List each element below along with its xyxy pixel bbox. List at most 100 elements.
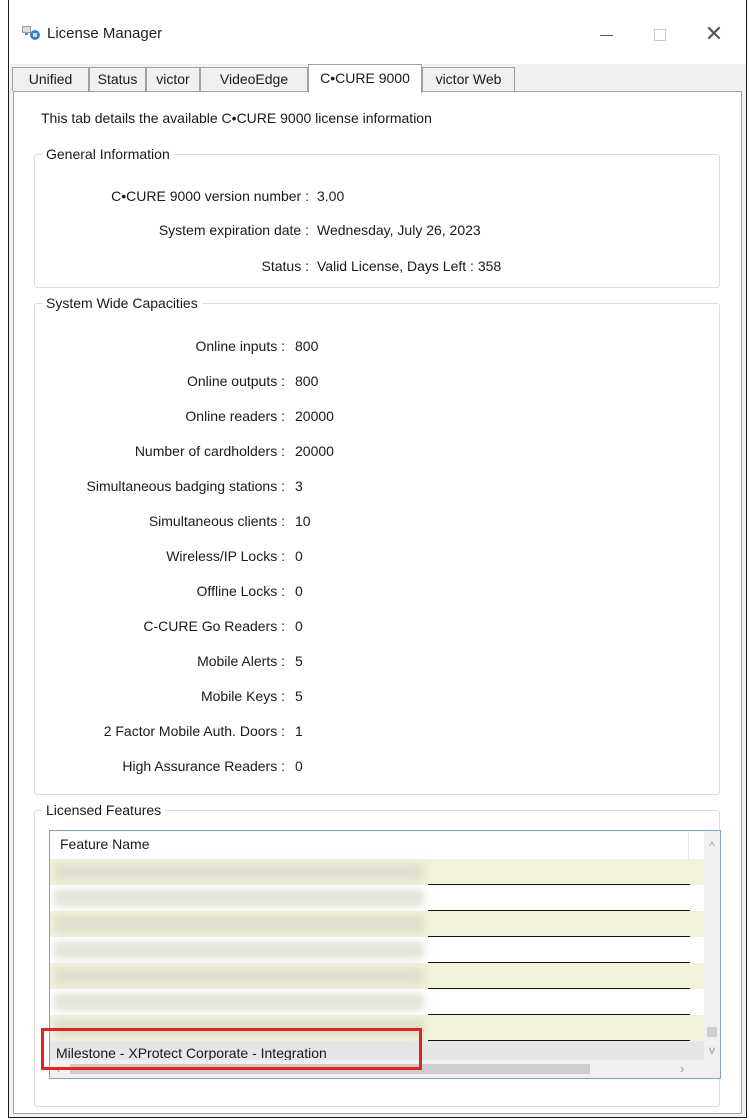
system-wide-capacities-group: System Wide Capacities Online inputs : 80…	[34, 295, 720, 795]
redacted-text	[54, 889, 424, 907]
scroll-down-icon[interactable]: v	[704, 1043, 720, 1057]
capacity-value: 5	[295, 688, 303, 704]
capacity-label: High Assurance Readers :	[122, 758, 285, 774]
capacity-label: 2 Factor Mobile Auth. Doors :	[103, 723, 285, 739]
capacity-value: 0	[295, 618, 303, 634]
version-label: C•CURE 9000 version number :	[111, 188, 309, 204]
window-title: License Manager	[47, 25, 163, 42]
capacity-label: Mobile Keys :	[200, 688, 285, 704]
maximize-icon	[654, 29, 666, 42]
capacity-value: 800	[295, 373, 319, 389]
redacted-text	[54, 915, 424, 933]
capacity-label: Mobile Alerts :	[197, 653, 285, 669]
license-manager-window: License Manager ✕ Unified Status victor …	[8, 0, 747, 1118]
tab-videoedge[interactable]: VideoEdge	[200, 67, 308, 91]
tab-unified[interactable]: Unified	[12, 67, 89, 91]
capacity-row: Mobile Alerts : 5	[35, 653, 719, 675]
capacity-row: Simultaneous clients : 10	[35, 513, 719, 535]
feature-row-cell	[428, 963, 690, 989]
capacity-value: 20000	[295, 408, 334, 424]
expiration-label: System expiration date :	[158, 222, 309, 238]
info-row-version: C•CURE 9000 version number : 3.00	[35, 188, 719, 210]
scroll-up-icon[interactable]: ^	[704, 839, 720, 853]
redacted-text	[54, 993, 424, 1011]
expiration-value: Wednesday, July 26, 2023	[317, 222, 481, 238]
capacity-label: Simultaneous badging stations :	[86, 478, 285, 494]
close-button[interactable]: ✕	[694, 20, 734, 48]
feature-row-cell	[428, 885, 690, 911]
feature-row-redacted[interactable]	[50, 885, 704, 911]
capacity-value: 800	[295, 338, 319, 354]
capacity-row: Online inputs : 800	[35, 338, 719, 360]
vertical-scroll-thumb[interactable]	[707, 1027, 717, 1037]
title-bar: License Manager ✕	[9, 0, 746, 64]
capacity-label: C-CURE Go Readers :	[143, 618, 285, 634]
info-row-status: Status : Valid License, Days Left : 358	[35, 258, 719, 280]
capacity-row: Online readers : 20000	[35, 408, 719, 430]
capacity-row: Online outputs : 800	[35, 373, 719, 395]
capacity-value: 0	[295, 758, 303, 774]
licensed-features-legend: Licensed Features	[46, 802, 162, 818]
feature-row-redacted[interactable]	[50, 859, 704, 885]
general-information-group: General Information C•CURE 9000 version …	[34, 146, 720, 288]
capacity-label: Number of cardholders :	[134, 443, 285, 459]
capacity-value: 3	[295, 478, 303, 494]
capacity-row: Mobile Keys : 5	[35, 688, 719, 710]
feature-row-redacted[interactable]	[50, 937, 704, 963]
capacity-value: 0	[295, 548, 303, 564]
capacity-label: Offline Locks :	[196, 583, 285, 599]
general-information-legend: General Information	[46, 146, 170, 162]
feature-name-column-header[interactable]: Feature Name	[50, 831, 704, 860]
close-icon: ✕	[704, 21, 724, 46]
feature-row-redacted[interactable]	[50, 911, 704, 937]
capacities-legend: System Wide Capacities	[46, 295, 198, 311]
minimize-button[interactable]	[586, 20, 626, 48]
app-icon	[22, 26, 40, 40]
feature-row-redacted[interactable]	[50, 989, 704, 1015]
capacity-value: 10	[295, 513, 311, 529]
redacted-text	[54, 941, 424, 959]
annotation-highlight-box	[41, 1028, 422, 1070]
feature-row-cell	[428, 937, 690, 963]
capacity-value: 1	[295, 723, 303, 739]
capacity-label: Wireless/IP Locks :	[166, 548, 285, 564]
feature-row-cell	[428, 1015, 690, 1041]
feature-row-cell	[428, 911, 690, 937]
tab-victor-web[interactable]: victor Web	[422, 67, 515, 91]
capacity-row: High Assurance Readers : 0	[35, 758, 719, 780]
capacity-row: Number of cardholders : 20000	[35, 443, 719, 465]
tab-ccure-9000[interactable]: C•CURE 9000	[308, 64, 422, 93]
scrollbar-corner	[704, 1060, 720, 1078]
status-value: Valid License, Days Left : 358	[317, 258, 502, 274]
tab-victor[interactable]: victor	[146, 67, 200, 91]
maximize-button[interactable]	[640, 20, 680, 48]
feature-row-redacted[interactable]	[50, 963, 704, 989]
scroll-right-icon[interactable]: ›	[680, 1061, 684, 1076]
minimize-icon	[599, 34, 613, 36]
capacity-row: Simultaneous badging stations : 3	[35, 478, 719, 500]
info-row-expiration: System expiration date : Wednesday, July…	[35, 222, 719, 244]
column-divider[interactable]	[688, 831, 689, 859]
vertical-scrollbar[interactable]: ^ v	[704, 831, 720, 1061]
status-label: Status :	[261, 258, 309, 274]
feature-row-cell	[428, 989, 690, 1015]
capacity-value: 5	[295, 653, 303, 669]
tab-strip: Unified Status victor VideoEdge C•CURE 9…	[9, 64, 746, 93]
tab-status[interactable]: Status	[89, 67, 146, 91]
redacted-text	[54, 967, 424, 985]
capacity-label: Online outputs :	[186, 373, 285, 389]
tab-content-ccure: This tab details the available C•CURE 90…	[13, 91, 742, 1114]
feature-name-header-label: Feature Name	[60, 836, 150, 852]
capacity-row: Wireless/IP Locks : 0	[35, 548, 719, 570]
capacity-label: Online readers :	[185, 408, 285, 424]
capacity-row: 2 Factor Mobile Auth. Doors : 1	[35, 723, 719, 745]
capacity-row: C-CURE Go Readers : 0	[35, 618, 719, 640]
capacity-value: 0	[295, 583, 303, 599]
feature-row-cell	[428, 859, 690, 885]
capacity-value: 20000	[295, 443, 334, 459]
redacted-text	[54, 863, 424, 881]
capacity-label: Online inputs :	[195, 338, 286, 354]
version-value: 3.00	[317, 188, 345, 204]
capacity-row: Offline Locks : 0	[35, 583, 719, 605]
intro-text: This tab details the available C•CURE 90…	[41, 110, 432, 126]
